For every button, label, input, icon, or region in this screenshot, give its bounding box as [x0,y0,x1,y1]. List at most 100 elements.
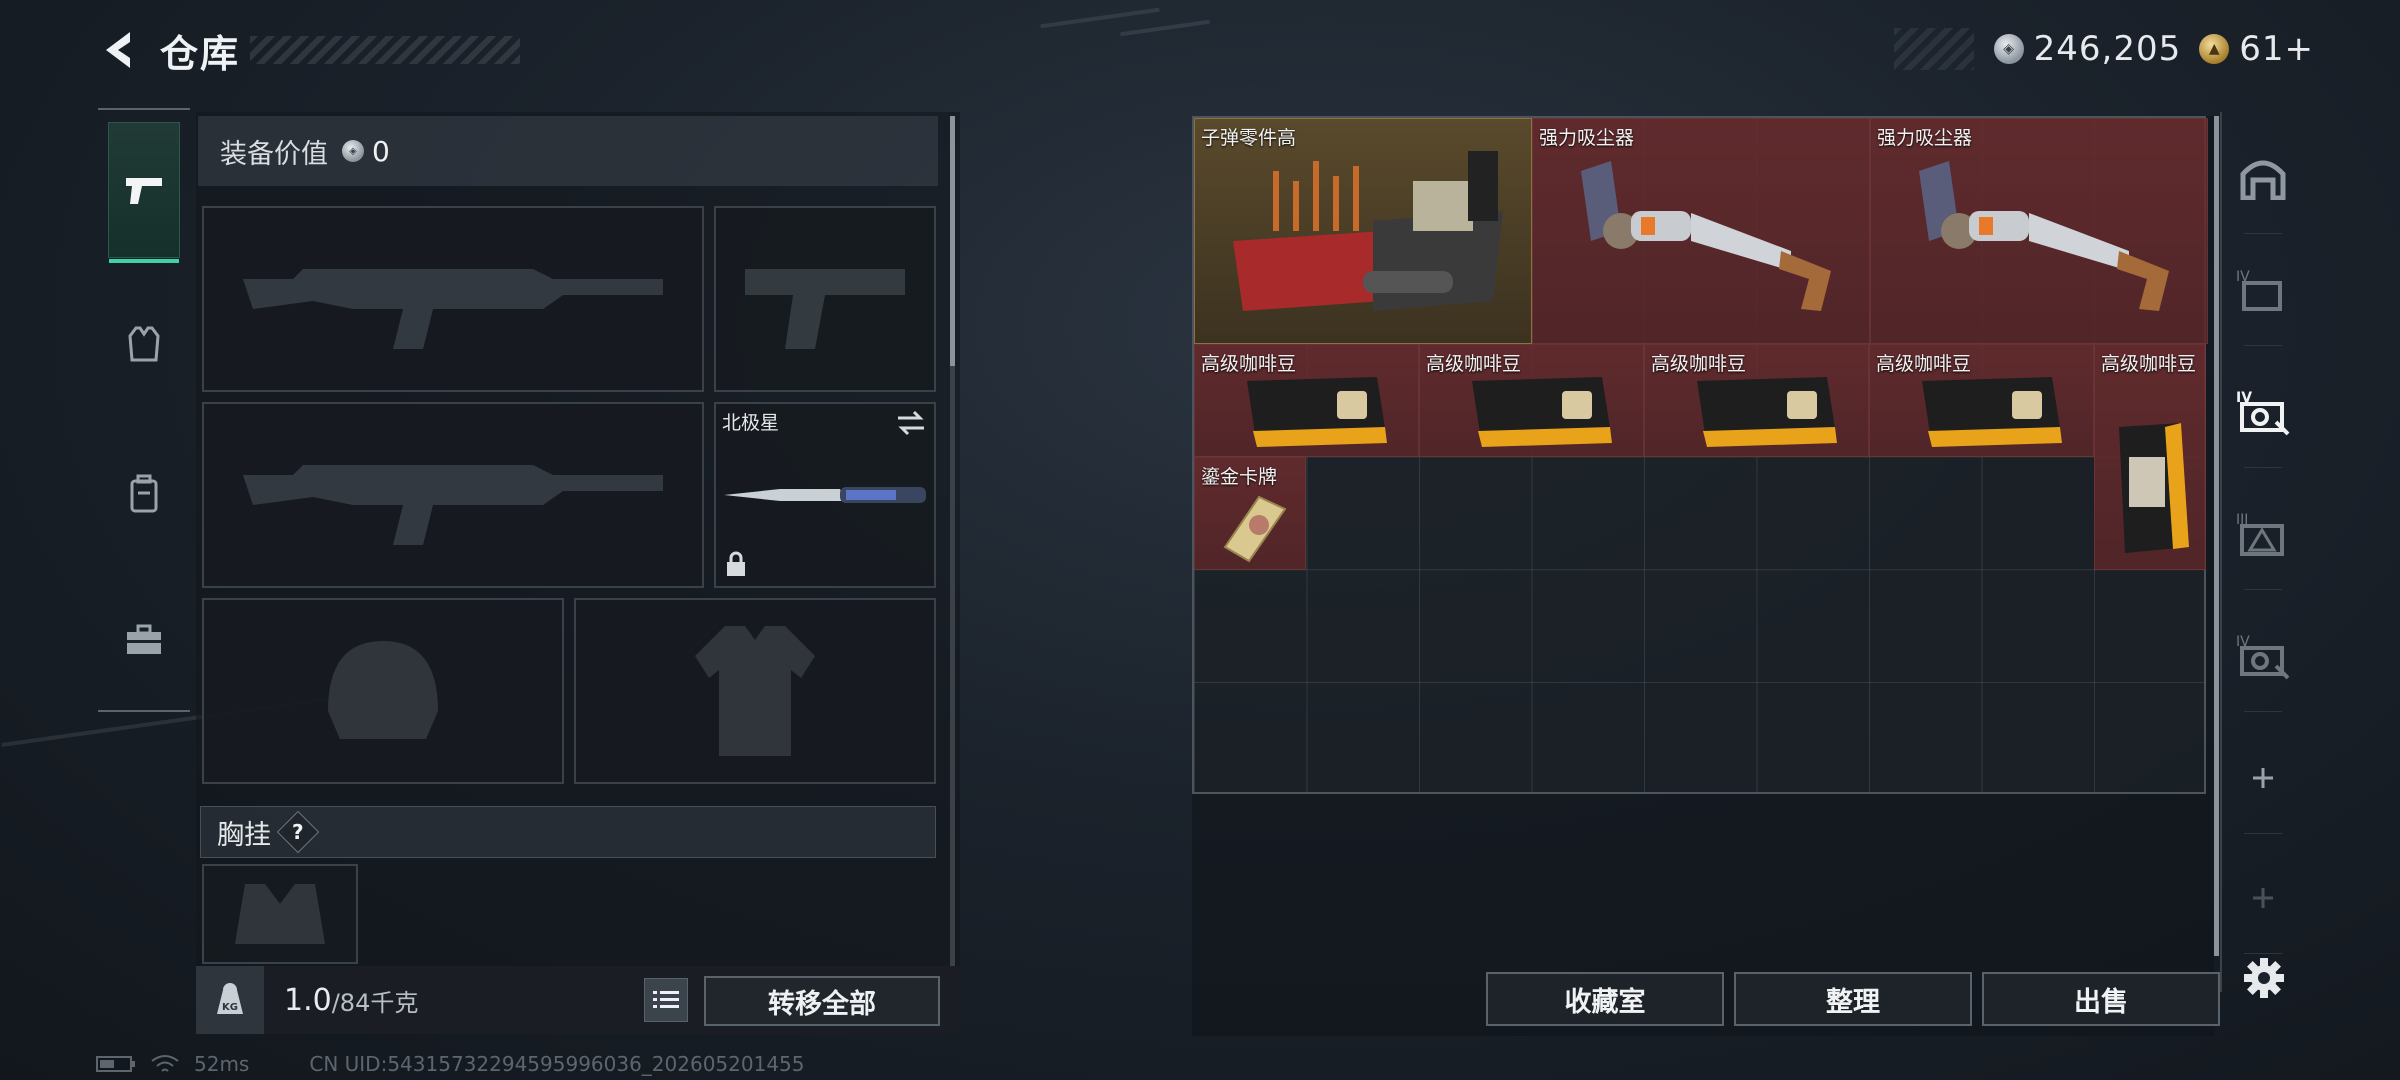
svg-text:KG: KG [222,1002,238,1013]
lock-icon [724,550,748,582]
tab-weapons[interactable] [108,122,180,263]
tab-storage-iii[interactable]: III [2230,484,2296,590]
vest-icon [128,326,160,362]
coffee-bag-tall-icon [2095,345,2205,569]
secondary-weapon-slot[interactable] [202,402,704,588]
item-name: 强力吸尘器 [1539,127,1635,149]
tab-add-2[interactable] [2230,848,2296,954]
chest-rig-header: 胸挂 ? [200,806,936,858]
help-icon: ? [292,819,304,844]
melee-slot[interactable]: 北极星 [714,402,936,588]
item-name: 鎏金卡牌 [1201,466,1278,488]
tab-backpack[interactable] [108,426,180,562]
item-coffee-beans[interactable]: 高级咖啡豆 [1419,344,1644,457]
tab-storage-main[interactable] [2230,128,2296,234]
weight-kg-icon: KG [196,966,264,1034]
chest-rig-label: 胸挂 [217,819,271,851]
battery-icon [96,1056,135,1072]
equipment-scrollbar[interactable] [950,116,955,966]
sell-button[interactable]: 出售 [1982,972,2220,1026]
knife-icon [716,404,934,586]
silver-currency[interactable]: ◈ 246,205 [1993,29,2182,69]
gold-amount: 61+ [2239,29,2314,69]
body-armor-slot[interactable] [574,598,936,784]
item-name: 高级咖啡豆 [1201,353,1297,375]
list-view-button[interactable] [644,978,688,1022]
title-decoration [250,36,521,64]
equipment-tabs [98,108,190,712]
pistol-silhouette-icon [716,208,934,390]
currency-bar: ◈ 246,205 ▲ 61+ [1894,28,2314,70]
silver-coin-icon: ◈ [1993,34,2024,64]
storage-scrollbar[interactable] [2214,116,2219,956]
wrench-iv-icon: IV [2236,634,2290,680]
background-streak [1040,7,1160,29]
storage-panel: 子弹零件高 强力吸尘器 强力吸尘器 高级咖啡豆 高级咖啡豆 高级咖啡豆 高级咖啡… [1192,116,2220,1036]
back-button[interactable] [96,26,144,74]
ammo-parts-box-icon [1195,119,1531,343]
item-name: 子弹零件高 [1201,127,1297,149]
tab-add-1[interactable] [2230,728,2296,834]
equipment-value: 0 [372,134,390,168]
chest-rig-silhouette-icon [204,866,356,962]
item-name: 强力吸尘器 [1877,127,1973,149]
item-coffee-beans[interactable]: 高级咖啡豆 [1194,344,1419,457]
top-header: 仓库 [96,22,521,78]
helmet-silhouette-icon [204,600,562,782]
silver-amount: 246,205 [2033,29,2182,69]
item-vacuum-cleaner[interactable]: 强力吸尘器 [1870,118,2208,344]
tab-armor[interactable] [108,276,180,412]
arch-icon [2240,160,2286,200]
item-coffee-beans[interactable]: 高级咖啡豆 [1644,344,1869,457]
equipment-panel: 装备价值 ◈ 0 北极星 胸挂 ? KG 1.0 /84千克 转移全部 [196,112,960,1034]
storage-category-tabs: IV IV III IV [2220,112,2300,992]
vacuum-cleaner-icon [1871,119,2207,343]
plus-icon [2253,768,2273,788]
helmet-slot[interactable] [202,598,564,784]
chest-rig-slot[interactable] [202,864,358,964]
briefcase-icon [127,624,161,654]
folder-iv-icon: IV [2236,269,2282,311]
storage-grid[interactable]: 子弹零件高 强力吸尘器 强力吸尘器 高级咖啡豆 高级咖啡豆 高级咖啡豆 高级咖啡… [1192,116,2208,794]
item-coffee-beans[interactable]: 高级咖啡豆 [1869,344,2094,457]
background-streak [1120,19,1210,37]
transfer-all-button[interactable]: 转移全部 [704,976,940,1026]
gold-currency[interactable]: ▲ 61+ [2199,29,2314,69]
tab-storage-iv-b[interactable]: IV [2230,362,2296,468]
gear-icon [2244,958,2284,998]
weight-bar: KG 1.0/84千克 转移全部 [196,966,960,1034]
scroll-thumb[interactable] [950,116,955,366]
warning-iii-icon: III [2236,512,2284,556]
weight-current: 1.0 [284,982,332,1018]
pistol-icon [126,178,162,204]
weight-max: /84千克 [331,988,419,1017]
item-name: 高级咖啡豆 [1876,353,1972,375]
tab-storage-iv-c[interactable]: IV [2230,606,2296,712]
tab-storage-iv-a[interactable]: IV [2230,240,2296,346]
back-arrow-icon [106,32,130,68]
equipment-value-label: 装备价值 [220,138,328,170]
collection-room-button[interactable]: 收藏室 [1486,972,1724,1026]
item-ammo-parts[interactable]: 子弹零件高 [1194,118,1532,344]
tab-case[interactable] [108,572,180,708]
organize-button[interactable]: 整理 [1734,972,1972,1026]
rifle-silhouette-icon [204,208,702,390]
plus-icon [2253,888,2273,908]
item-name: 高级咖啡豆 [1426,353,1522,375]
equipment-value-header: 装备价值 ◈ 0 [198,116,938,186]
item-vacuum-cleaner[interactable]: 强力吸尘器 [1532,118,1870,344]
pistol-slot[interactable] [714,206,936,392]
item-coffee-beans-tall[interactable]: 高级咖啡豆 [2094,344,2206,570]
item-name: 高级咖啡豆 [1651,353,1747,375]
page-title: 仓库 [160,31,241,76]
settings-button[interactable] [2236,950,2292,1006]
wrench-iv-icon: IV [2236,390,2290,436]
silver-coin-icon: ◈ [342,140,364,162]
help-button[interactable]: ? [276,810,320,854]
item-name: 高级咖啡豆 [2101,353,2197,375]
item-gilded-card[interactable]: 鎏金卡牌 [1194,457,1306,570]
rifle-silhouette-icon [204,404,702,586]
backpack-icon [130,474,158,513]
ping-value: 52ms [194,1052,250,1076]
primary-weapon-slot[interactable] [202,206,704,392]
